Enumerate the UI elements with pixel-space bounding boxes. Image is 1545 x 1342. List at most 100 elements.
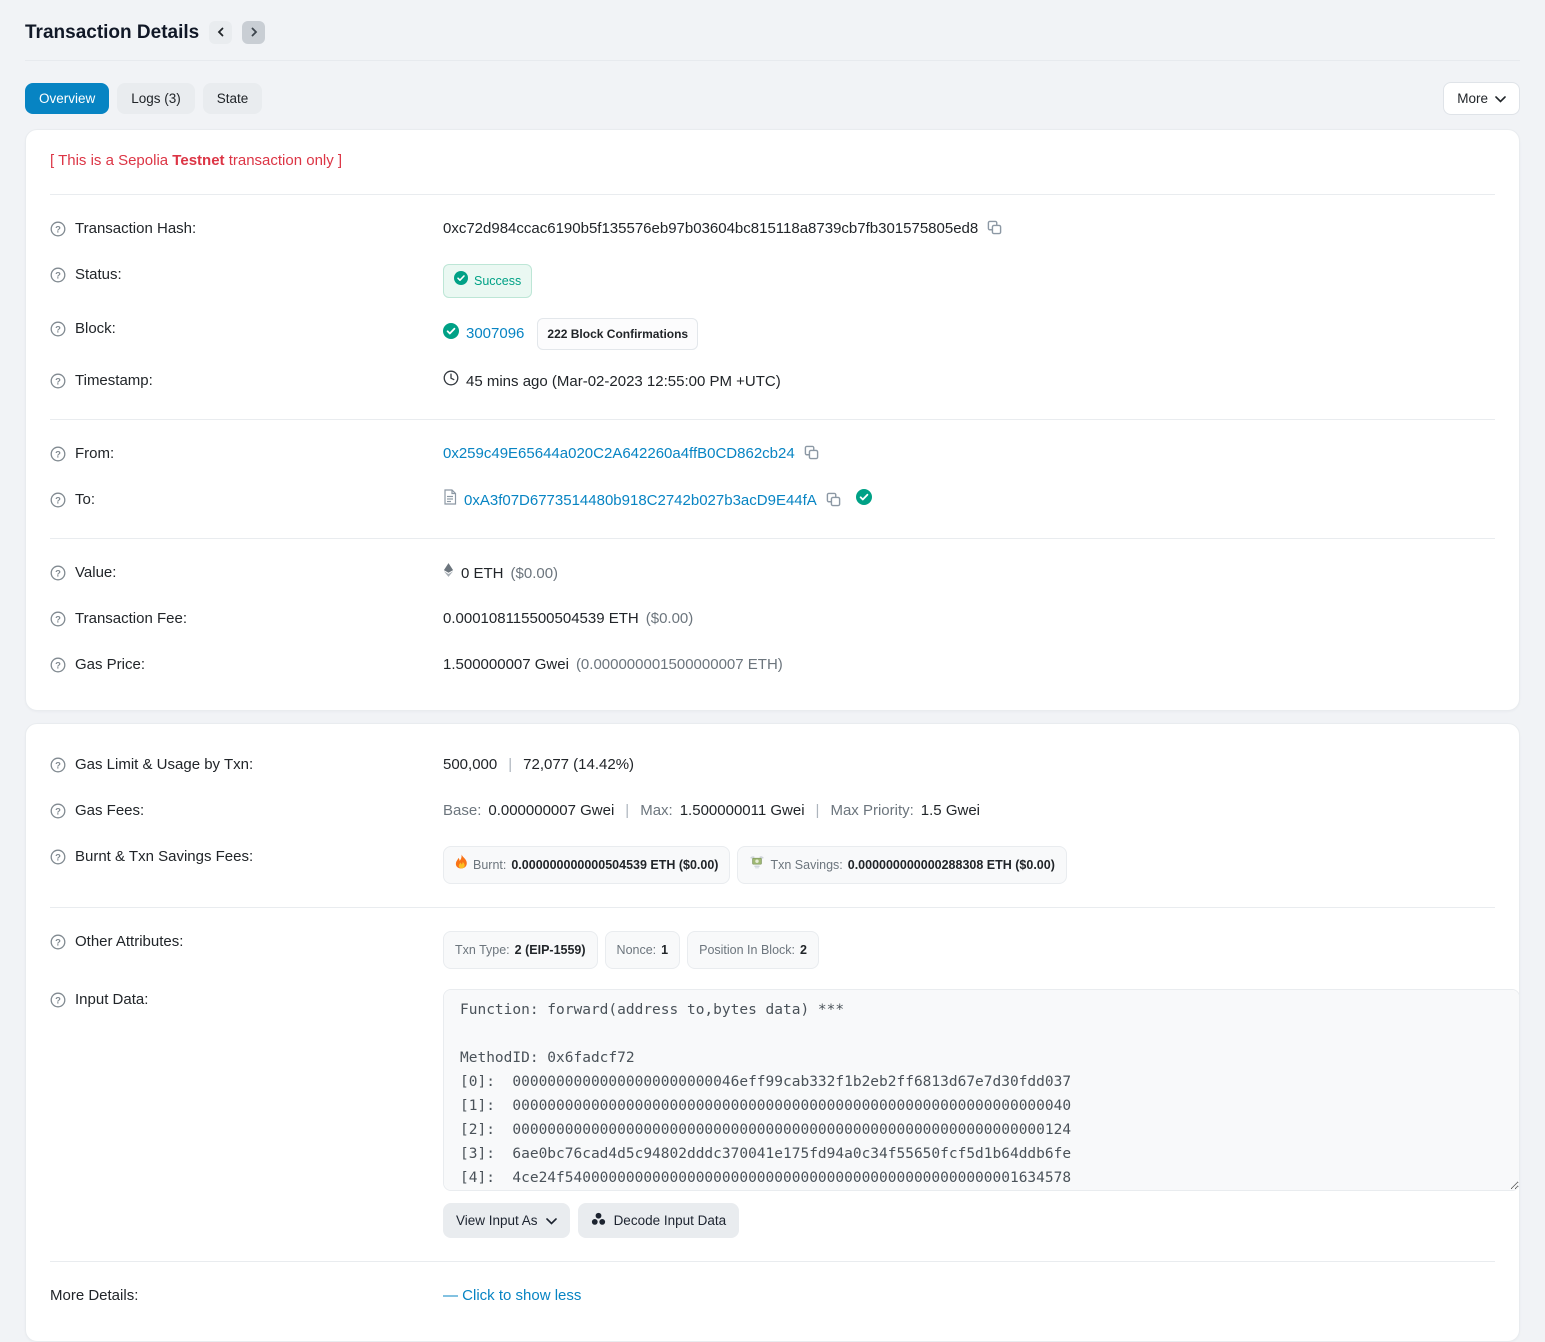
section-divider xyxy=(50,538,1495,539)
row-transaction-fee: ? Transaction Fee: 0.000108115500504539 … xyxy=(50,598,1495,644)
tab-overview[interactable]: Overview xyxy=(25,83,109,114)
check-circle-icon xyxy=(454,270,468,292)
help-icon[interactable]: ? xyxy=(50,657,66,680)
copy-icon xyxy=(804,445,819,463)
tab-state[interactable]: State xyxy=(203,83,263,114)
transaction-details-page: Transaction Details Overview Logs (3) St… xyxy=(0,0,1545,1342)
testnet-notice-prefix: [ This is a Sepolia xyxy=(50,152,172,169)
help-icon[interactable]: ? xyxy=(50,373,66,396)
block-number-link[interactable]: 3007096 xyxy=(466,323,524,345)
txn-savings-value: 0.000000000000288308 ETH ($0.00) xyxy=(848,854,1055,876)
to-address-link[interactable]: 0xA3f07D6773514480b918C2742b027b3acD9E44… xyxy=(464,490,817,512)
txn-type-value: 2 (EIP-1559) xyxy=(515,939,586,961)
svg-text:?: ? xyxy=(55,568,61,579)
gas-limit-label: Gas Limit & Usage by Txn: xyxy=(75,754,253,776)
gas-usage-value: 72,077 (14.42%) xyxy=(523,754,634,776)
separator: | xyxy=(812,800,824,822)
help-icon[interactable]: ? xyxy=(50,757,66,780)
svg-text:?: ? xyxy=(55,614,61,625)
tab-logs[interactable]: Logs (3) xyxy=(117,83,195,114)
status-badge: Success xyxy=(443,264,532,298)
svg-text:?: ? xyxy=(55,376,61,387)
section-divider xyxy=(50,419,1495,420)
base-fee-value: 0.000000007 Gwei xyxy=(488,800,614,822)
row-gas-fees: ? Gas Fees: Base: 0.000000007 Gwei | Max… xyxy=(50,790,1495,836)
svg-text:?: ? xyxy=(55,937,61,948)
help-icon[interactable]: ? xyxy=(50,803,66,826)
burnt-fee-value: 0.000000000000504539 ETH ($0.00) xyxy=(511,854,718,876)
burnt-fee-label: Burnt: xyxy=(473,854,506,876)
input-data-actions: View Input As Decode Input Data xyxy=(443,1203,1495,1238)
copy-icon xyxy=(987,220,1002,238)
value-usd: ($0.00) xyxy=(511,563,559,585)
more-dropdown-label: More xyxy=(1457,91,1488,106)
section-divider xyxy=(50,194,1495,195)
svg-text:?: ? xyxy=(55,806,61,817)
view-input-as-button[interactable]: View Input As xyxy=(443,1203,570,1238)
chevron-down-icon xyxy=(546,1213,557,1228)
gas-fees-label: Gas Fees: xyxy=(75,800,144,822)
details-card: ? Gas Limit & Usage by Txn: 500,000 | 72… xyxy=(25,723,1520,1342)
testnet-notice-bold: Testnet xyxy=(172,152,224,169)
header-divider xyxy=(25,60,1520,61)
help-icon[interactable]: ? xyxy=(50,446,66,469)
to-label: To: xyxy=(75,489,95,511)
from-address-link[interactable]: 0x259c49E65644a020C2A642260a4ffB0CD862cb… xyxy=(443,443,795,465)
help-icon[interactable]: ? xyxy=(50,934,66,957)
txn-savings-badge: Txn Savings: 0.000000000000288308 ETH ($… xyxy=(737,846,1066,884)
help-icon[interactable]: ? xyxy=(50,849,66,872)
gas-limit-value: 500,000 xyxy=(443,754,497,776)
value-label: Value: xyxy=(75,562,116,584)
help-icon[interactable]: ? xyxy=(50,321,66,344)
help-icon[interactable]: ? xyxy=(50,565,66,588)
more-details-label: More Details: xyxy=(50,1285,138,1307)
transaction-hash-value: 0xc72d984ccac6190b5f135576eb97b03604bc81… xyxy=(443,218,978,240)
copy-from-address-button[interactable] xyxy=(802,445,821,463)
cubes-icon xyxy=(591,1212,606,1229)
svg-text:?: ? xyxy=(55,495,61,506)
check-circle-icon xyxy=(443,323,459,346)
decode-input-data-button[interactable]: Decode Input Data xyxy=(578,1203,740,1238)
transaction-hash-label: Transaction Hash: xyxy=(75,218,196,240)
svg-text:?: ? xyxy=(55,449,61,460)
previous-transaction-button[interactable] xyxy=(209,21,232,44)
row-from: ? From: 0x259c49E65644a020C2A642260a4ffB… xyxy=(50,433,1495,479)
view-input-as-label: View Input As xyxy=(456,1213,538,1228)
max-priority-fee-label: Max Priority: xyxy=(830,800,913,822)
copy-to-address-button[interactable] xyxy=(824,492,843,510)
txn-type-label: Txn Type: xyxy=(455,939,510,961)
status-badge-text: Success xyxy=(474,270,521,292)
row-more-details: More Details: — Click to show less xyxy=(50,1275,1495,1321)
separator: | xyxy=(504,754,516,776)
input-data-textarea[interactable]: Function: forward(address to,bytes data)… xyxy=(443,989,1520,1191)
max-fee-value: 1.500000011 Gwei xyxy=(680,800,805,822)
flame-icon xyxy=(455,854,468,876)
copy-transaction-hash-button[interactable] xyxy=(985,220,1004,238)
gas-price-label: Gas Price: xyxy=(75,654,145,676)
next-transaction-button[interactable] xyxy=(242,21,265,44)
row-gas-price: ? Gas Price: 1.500000007 Gwei (0.0000000… xyxy=(50,644,1495,690)
help-icon[interactable]: ? xyxy=(50,992,66,1015)
contract-file-icon xyxy=(443,489,457,512)
value-amount: 0 ETH xyxy=(461,563,504,585)
base-fee-label: Base: xyxy=(443,800,481,822)
help-icon[interactable]: ? xyxy=(50,221,66,244)
help-icon[interactable]: ? xyxy=(50,611,66,634)
nonce-label: Nonce: xyxy=(617,939,657,961)
row-to: ? To: 0xA3f07D6773514480b918C2742b027b3a… xyxy=(50,479,1495,525)
transaction-fee-label: Transaction Fee: xyxy=(75,608,187,630)
more-dropdown-button[interactable]: More xyxy=(1443,82,1520,115)
show-less-link[interactable]: — Click to show less xyxy=(443,1285,581,1307)
row-block: ? Block: 3007096 222 Block Confirmations xyxy=(50,308,1495,360)
help-icon[interactable]: ? xyxy=(50,492,66,515)
help-icon[interactable]: ? xyxy=(50,267,66,290)
row-burnt-savings-fees: ? Burnt & Txn Savings Fees: Burnt: 0.000… xyxy=(50,836,1495,894)
chevron-left-icon xyxy=(216,25,226,40)
verified-check-circle-icon xyxy=(856,489,872,512)
position-in-block-label: Position In Block: xyxy=(699,939,795,961)
block-label: Block: xyxy=(75,318,116,340)
chevron-right-icon xyxy=(249,25,259,40)
from-label: From: xyxy=(75,443,114,465)
position-in-block-value: 2 xyxy=(800,939,807,961)
svg-text:?: ? xyxy=(55,324,61,335)
